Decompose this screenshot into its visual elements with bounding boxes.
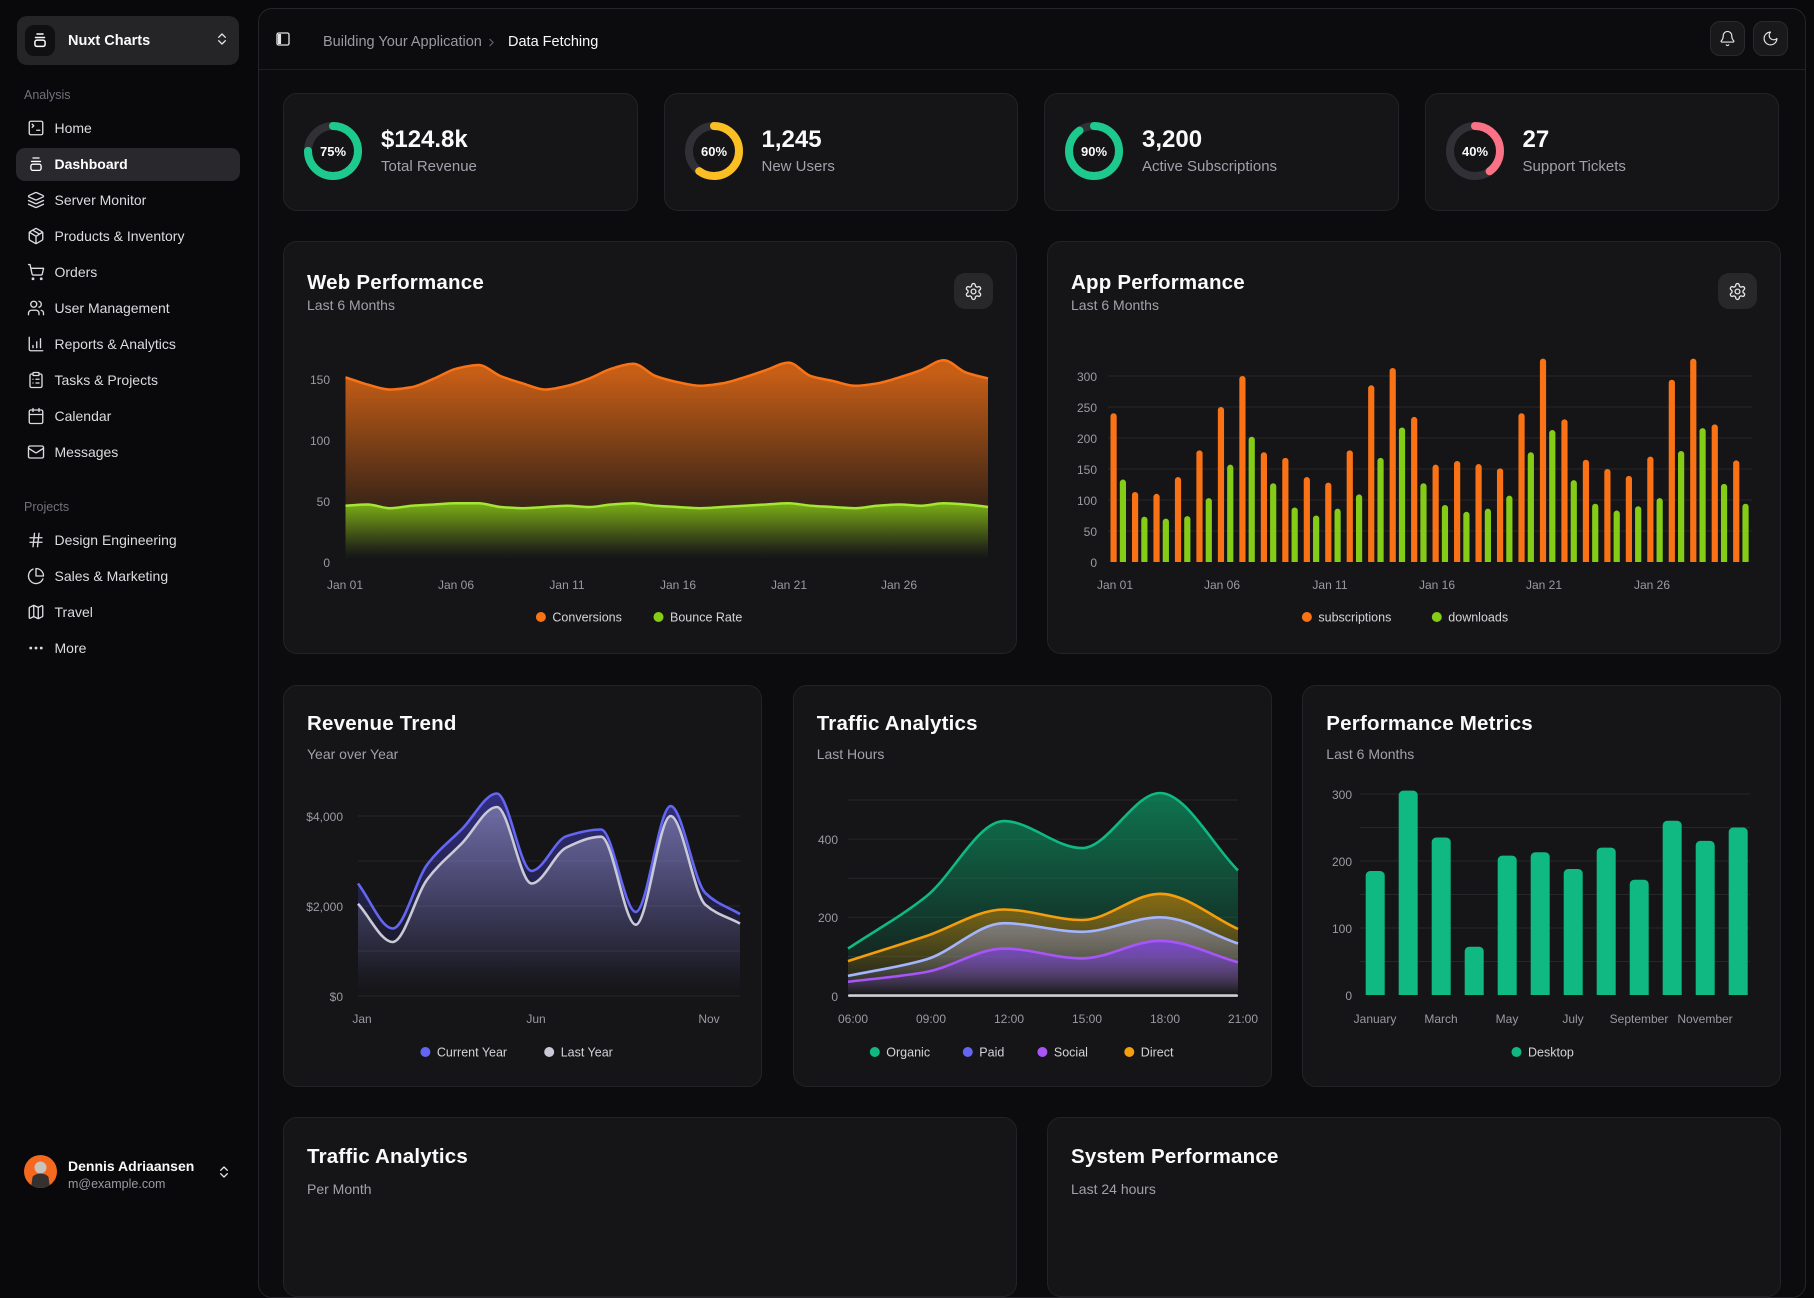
svg-text:Jan 26: Jan 26 — [881, 578, 917, 592]
svg-text:50: 50 — [1084, 525, 1098, 539]
svg-text:90%: 90% — [1081, 144, 1107, 159]
svg-text:Jan 21: Jan 21 — [1526, 578, 1562, 592]
svg-text:300: 300 — [1077, 370, 1097, 384]
svg-text:200: 200 — [1332, 855, 1352, 869]
svg-text:November: November — [1678, 1012, 1733, 1026]
svg-text:100: 100 — [1332, 922, 1352, 936]
svg-text:Jan 06: Jan 06 — [1204, 578, 1240, 592]
svg-text:06:00: 06:00 — [838, 1012, 868, 1026]
svg-text:200: 200 — [818, 911, 838, 925]
svg-text:100: 100 — [310, 434, 330, 448]
svg-text:Jun: Jun — [526, 1012, 545, 1026]
svg-text:21:00: 21:00 — [1228, 1012, 1258, 1026]
svg-text:Jan 06: Jan 06 — [438, 578, 474, 592]
svg-text:Jan 01: Jan 01 — [327, 578, 363, 592]
svg-text:downloads: downloads — [1448, 611, 1508, 625]
svg-text:subscriptions: subscriptions — [1318, 611, 1391, 625]
svg-text:May: May — [1496, 1012, 1519, 1026]
svg-text:Organic: Organic — [886, 1046, 930, 1060]
svg-text:150: 150 — [1077, 463, 1097, 477]
svg-text:0: 0 — [1090, 556, 1097, 570]
svg-text:200: 200 — [1077, 432, 1097, 446]
svg-text:300: 300 — [1332, 788, 1352, 802]
svg-text:Jan 11: Jan 11 — [1312, 578, 1347, 592]
svg-text:40%: 40% — [1461, 144, 1487, 159]
svg-text:0: 0 — [323, 556, 330, 570]
svg-text:July: July — [1563, 1012, 1584, 1026]
svg-text:0: 0 — [831, 990, 838, 1004]
svg-text:50: 50 — [317, 495, 331, 509]
svg-text:0: 0 — [1346, 989, 1353, 1003]
svg-text:Jan 26: Jan 26 — [1634, 578, 1670, 592]
svg-text:Bounce Rate: Bounce Rate — [670, 611, 742, 625]
svg-text:Desktop: Desktop — [1528, 1046, 1574, 1060]
svg-text:Direct: Direct — [1140, 1046, 1173, 1060]
svg-text:60%: 60% — [700, 144, 726, 159]
svg-text:12:00: 12:00 — [994, 1012, 1024, 1026]
svg-text:75%: 75% — [320, 144, 346, 159]
svg-text:15:00: 15:00 — [1072, 1012, 1102, 1026]
svg-text:$2,000: $2,000 — [306, 900, 343, 914]
svg-text:Social: Social — [1054, 1046, 1088, 1060]
svg-text:September: September — [1610, 1012, 1669, 1026]
svg-text:January: January — [1354, 1012, 1397, 1026]
svg-text:Jan 11: Jan 11 — [549, 578, 584, 592]
svg-text:09:00: 09:00 — [916, 1012, 946, 1026]
svg-text:Current Year: Current Year — [437, 1046, 507, 1060]
svg-text:Jan 16: Jan 16 — [660, 578, 696, 592]
svg-text:$0: $0 — [330, 990, 344, 1004]
svg-text:Jan 01: Jan 01 — [1097, 578, 1133, 592]
svg-text:100: 100 — [1077, 494, 1097, 508]
svg-text:250: 250 — [1077, 401, 1097, 415]
svg-text:Last Year: Last Year — [561, 1046, 613, 1060]
svg-text:Paid: Paid — [979, 1046, 1004, 1060]
svg-text:400: 400 — [818, 833, 838, 847]
svg-text:March: March — [1425, 1012, 1458, 1026]
svg-text:$4,000: $4,000 — [306, 810, 343, 824]
svg-text:Jan: Jan — [352, 1012, 371, 1026]
svg-text:Jan 21: Jan 21 — [771, 578, 807, 592]
svg-text:Jan 16: Jan 16 — [1419, 578, 1455, 592]
svg-text:18:00: 18:00 — [1150, 1012, 1180, 1026]
svg-text:Conversions: Conversions — [552, 611, 621, 625]
svg-text:Nov: Nov — [698, 1012, 719, 1026]
svg-text:150: 150 — [310, 373, 330, 387]
